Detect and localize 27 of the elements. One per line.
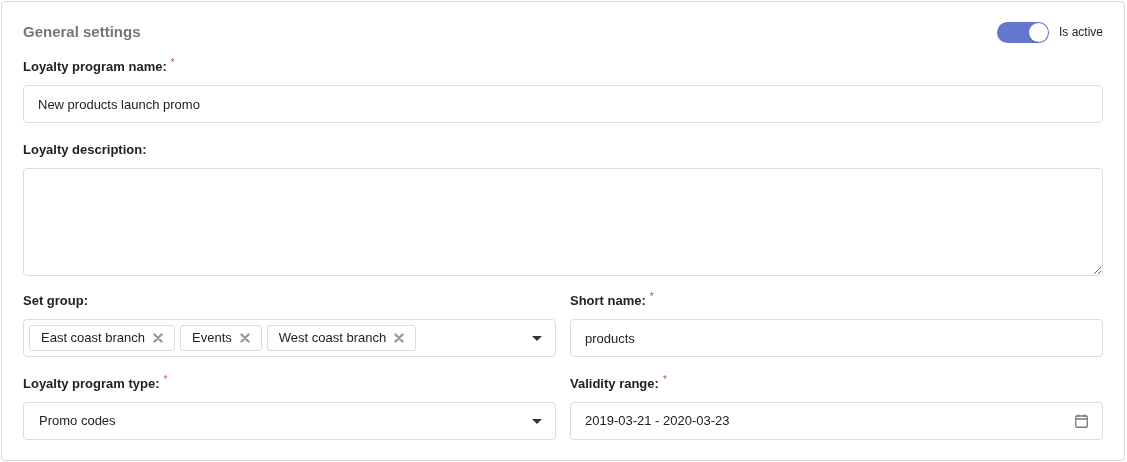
required-mark: *: [170, 57, 175, 69]
name-input[interactable]: New products launch promo: [23, 85, 1103, 123]
tag-label: Events: [192, 329, 232, 348]
remove-icon[interactable]: [394, 333, 405, 343]
active-toggle[interactable]: [997, 21, 1049, 43]
remove-icon[interactable]: [239, 333, 250, 343]
field-label: Loyalty description:: [23, 141, 147, 159]
field-label: Validity range:: [570, 375, 659, 393]
field-label: Set group:: [23, 292, 88, 310]
toggle-label: Is active: [1059, 24, 1103, 41]
tag-label: East coast branch: [41, 329, 146, 348]
field-label: Loyalty program type:: [23, 375, 160, 393]
short-name-input[interactable]: products: [570, 319, 1103, 357]
required-mark: *: [662, 374, 667, 386]
caret-icon: [532, 418, 542, 424]
caret-icon: [532, 335, 542, 341]
section-title: General settings: [23, 21, 141, 42]
remove-icon[interactable]: [153, 333, 164, 343]
calendar-icon: [1075, 414, 1088, 428]
group-select[interactable]: East coast branch Events West coast branch: [23, 319, 556, 357]
date-range-field[interactable]: 2019-03-21 - 2020-03-23: [570, 402, 1103, 440]
field-label: Short name:: [570, 292, 646, 310]
required-mark: *: [163, 374, 168, 386]
type-select[interactable]: Promo codes: [23, 402, 556, 440]
tag-label: West coast branch: [278, 329, 387, 348]
field-label: Loyalty program name:: [23, 58, 167, 76]
required-mark: *: [649, 291, 654, 303]
